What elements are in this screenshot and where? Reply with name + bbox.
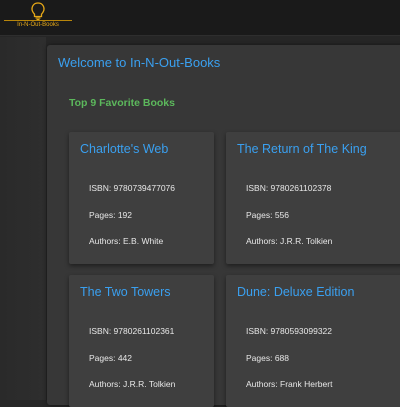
book-card[interactable]: Charlotte's Web ISBN: 9780739477076 Page… <box>69 132 214 264</box>
book-card[interactable]: The Two Towers ISBN: 9780261102361 Pages… <box>69 275 214 407</box>
brand-name: In-N-Out-Books <box>17 22 59 28</box>
book-card[interactable]: Dune: Deluxe Edition ISBN: 9780593099322… <box>226 275 400 407</box>
main-panel: Welcome to In-N-Out-Books Top 9 Favorite… <box>47 45 400 407</box>
book-isbn: ISBN: 9780739477076 <box>89 183 176 193</box>
book-pages: Pages: 192 <box>89 210 133 220</box>
book-title[interactable]: The Two Towers <box>80 285 171 299</box>
book-authors: Authors: E.B. White <box>89 236 164 246</box>
book-title[interactable]: Dune: Deluxe Edition <box>237 285 354 299</box>
book-pages: Pages: 442 <box>89 353 133 363</box>
book-title[interactable]: The Return of The King <box>237 142 367 156</box>
book-card[interactable]: The Return of The King ISBN: 97802611023… <box>226 132 400 264</box>
section-subtitle: Top 9 Favorite Books <box>69 97 175 109</box>
book-authors: Authors: J.R.R. Tolkien <box>246 236 333 246</box>
top-toolbar: In-N-Out-Books <box>0 0 400 36</box>
book-pages: Pages: 556 <box>246 210 290 220</box>
sidebar <box>0 37 46 400</box>
lightbulb-icon <box>31 2 45 21</box>
book-pages: Pages: 688 <box>246 353 290 363</box>
book-authors: Authors: Frank Herbert <box>246 379 333 389</box>
book-isbn: ISBN: 9780261102361 <box>89 326 175 336</box>
book-title[interactable]: Charlotte's Web <box>80 142 168 156</box>
logo-divider <box>4 20 72 21</box>
page-title: Welcome to In-N-Out-Books <box>58 55 221 70</box>
book-isbn: ISBN: 9780593099322 <box>246 326 333 336</box>
book-authors: Authors: J.R.R. Tolkien <box>89 379 176 389</box>
brand-logo[interactable]: In-N-Out-Books <box>4 1 72 33</box>
book-isbn: ISBN: 9780261102378 <box>246 183 332 193</box>
